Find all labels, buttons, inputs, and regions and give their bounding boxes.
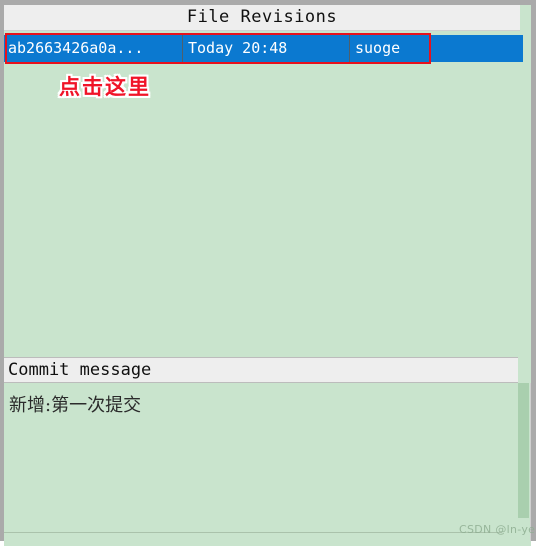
commit-message-header: Commit message: [4, 357, 518, 383]
column-separator-2[interactable]: [349, 35, 350, 62]
revision-author[interactable]: suoge: [355, 35, 475, 62]
watermark-rule: [4, 532, 502, 533]
annotation-label: 点击这里: [59, 75, 151, 99]
bottom-strip: [4, 541, 531, 546]
revision-commit-hash[interactable]: ab2663426a0a...: [8, 35, 180, 62]
file-revisions-window: File Revisions ab2663426a0a... Today 20:…: [0, 0, 536, 546]
table-row[interactable]: ab2663426a0a... Today 20:48 suoge: [4, 35, 523, 62]
commit-message-body[interactable]: 新增:第一次提交: [4, 383, 518, 541]
revisions-header-bar: File Revisions: [4, 5, 520, 31]
commit-message-header-label: Commit message: [8, 360, 152, 380]
watermark-label: CSDN @ln-year: [459, 523, 536, 536]
commit-message-panel: Commit message 新增:第一次提交: [4, 357, 531, 541]
page-title: File Revisions: [186, 7, 338, 27]
commit-message-scrollbar-thumb[interactable]: [518, 383, 529, 518]
commit-message-scrollbar[interactable]: [518, 383, 531, 541]
revisions-scrollbar[interactable]: [523, 5, 531, 352]
commit-message-text: 新增:第一次提交: [9, 395, 142, 416]
revision-date[interactable]: Today 20:48: [188, 35, 346, 62]
column-separator-1[interactable]: [182, 35, 183, 62]
revisions-panel: File Revisions ab2663426a0a... Today 20:…: [4, 5, 531, 352]
